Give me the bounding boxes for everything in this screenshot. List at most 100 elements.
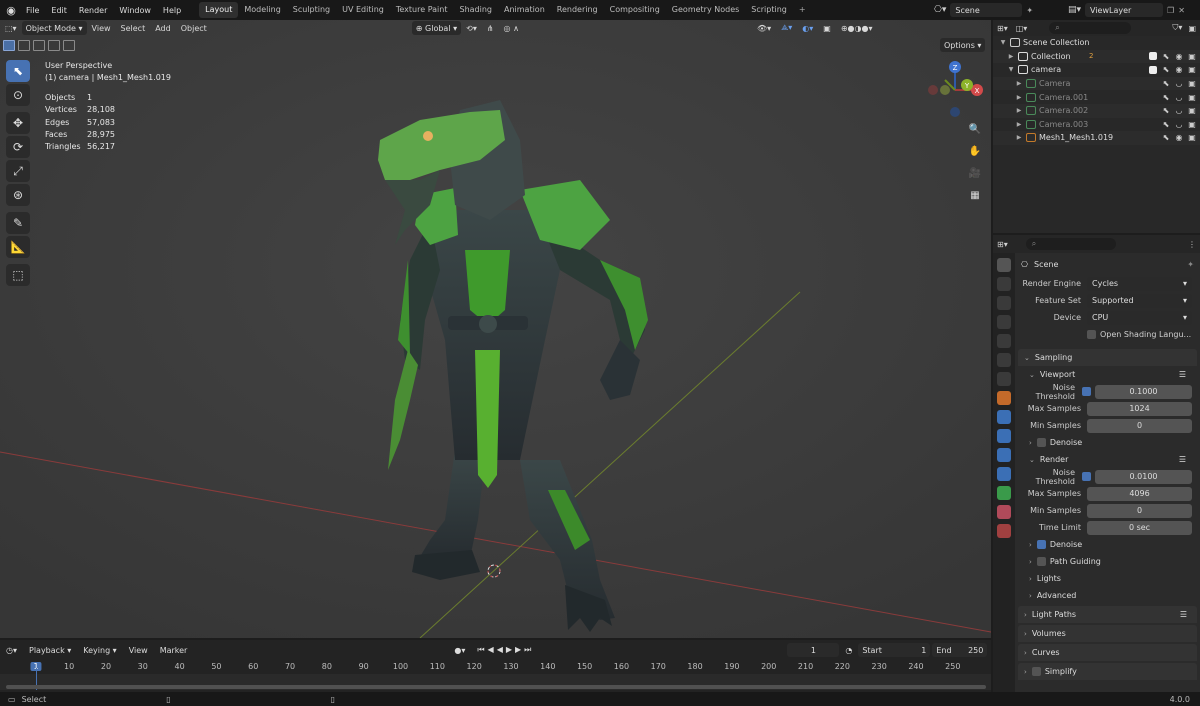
eye-icon[interactable]: ◡	[1175, 120, 1183, 129]
particles-tab-icon[interactable]	[997, 429, 1011, 443]
start-frame-field[interactable]: Start 1	[858, 643, 931, 657]
select-subtract-icon[interactable]	[33, 39, 45, 51]
select-intersect-icon[interactable]	[63, 39, 75, 51]
physics-tab-icon[interactable]	[997, 448, 1011, 462]
tab-animation[interactable]: Animation	[498, 2, 551, 18]
render-tab-icon[interactable]	[997, 277, 1011, 291]
eye-icon[interactable]: ◉	[1175, 65, 1183, 74]
render-camera-icon[interactable]: ▣	[1188, 52, 1196, 61]
render-subpanel-header[interactable]: ⌄ Render ☰	[1015, 451, 1200, 468]
end-frame-field[interactable]: End 250	[932, 643, 988, 657]
light-paths-panel[interactable]: › Light Paths ☰	[1018, 606, 1197, 623]
overlay-toggle-icon[interactable]: ◐▾	[797, 24, 818, 33]
selectable-icon[interactable]: ⬉	[1162, 65, 1170, 74]
pin-icon[interactable]: ✦	[1026, 6, 1033, 15]
expand-down-icon[interactable]: ▼	[1007, 66, 1015, 73]
menu-marker[interactable]: Marker	[154, 646, 194, 655]
properties-options-icon[interactable]: ⋮	[1188, 240, 1196, 249]
selectable-icon[interactable]: ⬉	[1162, 79, 1170, 88]
tab-uv-editing[interactable]: UV Editing	[336, 2, 390, 18]
modifier-tab-icon[interactable]	[997, 410, 1011, 424]
outliner[interactable]: ⊞▾ ◫▾ ⌕ ⛉▾ ▣ ▼ Scene Collection ▶ Collectio…	[993, 20, 1200, 233]
clock-icon[interactable]: ◔	[839, 646, 858, 655]
selectable-icon[interactable]: ⬉	[1162, 120, 1170, 129]
r-denoise-checkbox[interactable]	[1036, 540, 1046, 549]
osl-checkbox[interactable]	[1087, 330, 1096, 339]
eye-icon[interactable]: ◉	[1175, 133, 1183, 142]
list-icon[interactable]: ☰	[1180, 610, 1187, 619]
select-extend-icon[interactable]	[18, 39, 30, 51]
render-camera-icon[interactable]: ▣	[1188, 120, 1196, 129]
tab-rendering[interactable]: Rendering	[551, 2, 604, 18]
editor-type-icon[interactable]: ⬚▾	[0, 24, 22, 33]
r-max-field[interactable]: 4096	[1087, 486, 1192, 501]
menu-timeline-view[interactable]: View	[123, 646, 154, 655]
feature-set-dropdown[interactable]: Supported ▾	[1087, 293, 1192, 308]
record-icon[interactable]: ●▾	[448, 646, 471, 655]
r-denoise-subpanel[interactable]: › Denoise	[1015, 536, 1200, 553]
menu-object[interactable]: Object	[176, 24, 212, 33]
volumes-panel[interactable]: › Volumes	[1018, 625, 1197, 642]
r-time-field[interactable]: 0 sec	[1087, 520, 1192, 535]
properties-search-input[interactable]: ⌕	[1025, 238, 1116, 250]
expand-right-icon[interactable]: ▶	[1015, 134, 1023, 141]
view-layer-tab-icon[interactable]	[997, 315, 1011, 329]
outliner-row[interactable]: ▶ Camera.003 ⬉ ◡ ▣	[993, 118, 1200, 132]
data-tab-icon[interactable]	[997, 486, 1011, 500]
properties-editor-icon[interactable]: ⊞▾	[997, 240, 1008, 249]
transform-tool-icon[interactable]: ⊛	[6, 184, 30, 206]
menu-render[interactable]: Render	[73, 6, 113, 15]
tab-sculpting[interactable]: Sculpting	[287, 2, 336, 18]
vp-denoise-checkbox[interactable]	[1036, 438, 1046, 447]
curves-panel[interactable]: › Curves	[1018, 644, 1197, 661]
snap-icon[interactable]: ⋔	[482, 24, 499, 33]
scale-tool-icon[interactable]: ⤢	[6, 160, 30, 182]
tab-modeling[interactable]: Modeling	[238, 2, 286, 18]
orientation-dropdown[interactable]: ⊕ Global ▾	[411, 21, 462, 35]
output-tab-icon[interactable]	[997, 296, 1011, 310]
eye-icon[interactable]: ◡	[1175, 106, 1183, 115]
outliner-editor-icon[interactable]: ⊞▾	[997, 24, 1008, 33]
vp-noise-field[interactable]: 0.1000	[1095, 384, 1192, 399]
vp-min-field[interactable]: 0	[1087, 418, 1192, 433]
expand-right-icon[interactable]: ▶	[1015, 107, 1023, 114]
menu-select[interactable]: Select	[116, 24, 151, 33]
cursor-tool-icon[interactable]: ⊙	[6, 84, 30, 106]
select-box-tool-icon[interactable]: ⬉	[6, 60, 30, 82]
playback-controls[interactable]: ⏮◀◀▶▶⏭	[471, 645, 540, 655]
menu-file[interactable]: File	[20, 6, 45, 15]
shading-modes-icon[interactable]: ⊕●◑●▾	[836, 24, 878, 33]
vp-denoise-subpanel[interactable]: › Denoise	[1015, 434, 1200, 451]
annotate-tool-icon[interactable]: ✎	[6, 212, 30, 234]
eye-icon[interactable]: ◉	[1175, 52, 1183, 61]
tab-geometry-nodes[interactable]: Geometry Nodes	[666, 2, 745, 18]
render-camera-icon[interactable]: ▣	[1188, 93, 1196, 102]
list-icon[interactable]: ☰	[1179, 455, 1186, 464]
object-tab-icon[interactable]	[997, 391, 1011, 405]
exclude-checkbox[interactable]	[1149, 65, 1157, 74]
menu-edit[interactable]: Edit	[45, 6, 73, 15]
selectable-icon[interactable]: ⬉	[1162, 106, 1170, 115]
vp-max-field[interactable]: 1024	[1087, 401, 1192, 416]
tab-layout[interactable]: Layout	[199, 2, 239, 18]
frame-ruler[interactable]: 1 10 20 30 40 50 60 70 80 90 100 110 120 130 140 150 160…	[0, 660, 991, 674]
list-icon[interactable]: ☰	[1179, 370, 1186, 379]
display-mode-icon[interactable]: ◫▾	[1016, 24, 1028, 33]
tab-texture-paint[interactable]: Texture Paint	[390, 2, 454, 18]
add-cube-tool-icon[interactable]: ⬚	[6, 264, 30, 286]
select-new-icon[interactable]	[3, 39, 15, 51]
scene-selector[interactable]: ⎔▾ Scene ✦	[934, 2, 1058, 18]
lights-subpanel[interactable]: › Lights	[1015, 570, 1200, 587]
blender-logo-icon[interactable]: ◉	[2, 1, 20, 19]
outliner-row[interactable]: ▶ Camera.002 ⬉ ◡ ▣	[993, 103, 1200, 118]
current-frame-field[interactable]: 1	[787, 643, 840, 657]
outliner-row[interactable]: ▶ Collection 2 ⬉ ◉ ▣	[993, 49, 1200, 64]
pivot-icon[interactable]: ⟲▾	[461, 24, 482, 33]
simplify-panel[interactable]: › Simplify	[1018, 663, 1197, 680]
camera-view-icon[interactable]: 🎥	[966, 164, 984, 182]
expand-down-icon[interactable]: ▼	[999, 39, 1007, 46]
close-icon[interactable]: ✕	[1178, 6, 1185, 15]
selectable-icon[interactable]: ⬉	[1162, 93, 1170, 102]
render-camera-icon[interactable]: ▣	[1188, 79, 1196, 88]
tab-shading[interactable]: Shading	[453, 2, 498, 18]
